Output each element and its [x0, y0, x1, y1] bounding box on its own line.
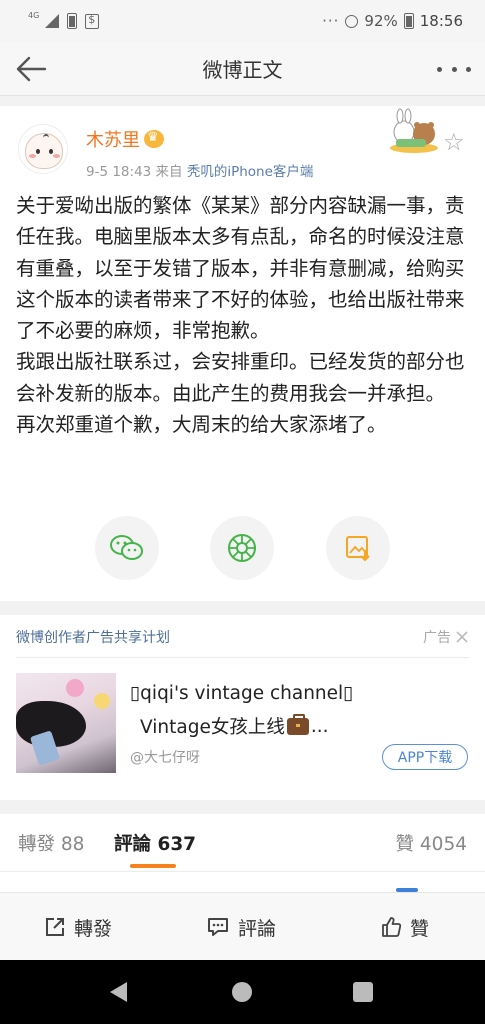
repost-button[interactable]: 轉發	[44, 893, 112, 961]
alarm-icon	[345, 14, 359, 28]
save-image-button[interactable]	[326, 516, 390, 580]
wechat-icon	[110, 535, 143, 560]
system-recents-icon[interactable]	[353, 982, 373, 1002]
avatar-face-icon	[25, 133, 63, 169]
app-download-button[interactable]: APP下载	[382, 744, 468, 770]
post-content: 关于爱呦出版的繁体《某某》部分内容缺漏一事，责任在我。电脑里版本太多有点乱，命名…	[16, 190, 470, 440]
more-dot-icon	[451, 66, 457, 72]
battery-small-icon	[67, 13, 78, 29]
divider	[16, 657, 469, 658]
avatar[interactable]	[18, 124, 68, 174]
share-moments-button[interactable]	[210, 516, 274, 580]
briefcase-icon	[286, 713, 309, 735]
more-dot-icon	[437, 66, 442, 72]
ad-title-ellipsis: ...	[310, 715, 329, 737]
system-nav-bar	[0, 960, 485, 1024]
interaction-tabs: 轉發 88 評論 637 贊 4054	[0, 814, 485, 872]
battery-percent: 92%	[364, 12, 398, 30]
comment-label: 評論	[238, 917, 277, 940]
username-row[interactable]: 木苏里	[86, 126, 164, 152]
ad-card[interactable]: 微博创作者广告共享计划 广告 ▯qiqi's vintage channel▯ …	[0, 615, 485, 800]
vip-crown-icon	[144, 130, 164, 148]
status-bar: 4G ··· 92% 18:56	[0, 0, 485, 42]
bottom-action-bar: 轉發 評論 贊	[0, 892, 485, 960]
system-back-icon[interactable]	[110, 982, 127, 1002]
post-date: 9-5 18:43	[86, 164, 152, 180]
post-paragraph: 再次郑重道个歉，大周末的给大家添堵了。	[16, 413, 387, 437]
moments-icon	[228, 534, 256, 562]
back-button[interactable]	[14, 54, 48, 84]
username[interactable]: 木苏里	[86, 126, 140, 152]
like-button[interactable]: 贊	[380, 893, 429, 961]
ad-label: 广告	[423, 630, 451, 646]
comment-icon	[208, 918, 228, 936]
source-prefix: 来自	[155, 164, 183, 180]
post-source-link[interactable]: 秃叽的iPhone客户端	[187, 164, 314, 180]
network-type: 4G	[28, 10, 40, 20]
repost-label: 轉發	[74, 917, 113, 940]
battery-icon	[403, 13, 414, 29]
tab-repost[interactable]: 轉發 88	[18, 830, 84, 856]
ad-thumbnail[interactable]	[16, 673, 116, 773]
more-dot-icon	[466, 66, 471, 72]
save-image-icon	[346, 536, 370, 562]
tab-comment[interactable]: 評論 637	[114, 830, 196, 856]
post-meta: 9-5 18:43 来自 秃叽的iPhone客户端	[86, 160, 313, 180]
active-tab-indicator	[130, 864, 176, 868]
notification-icon	[85, 13, 100, 29]
signal-icon	[43, 14, 60, 28]
ad-program-label[interactable]: 微博创作者广告共享计划	[16, 627, 170, 647]
back-arrow-icon	[16, 56, 47, 82]
page-title: 微博正文	[202, 58, 283, 82]
post-card: 木苏里 9-5 18:43 来自 秃叽的iPhone客户端 ☆ 关于爱呦出版的繁…	[0, 106, 485, 601]
thumbs-up-icon	[382, 917, 402, 937]
more-button[interactable]	[437, 54, 471, 84]
status-time: 18:56	[419, 12, 463, 30]
comment-button[interactable]: 評論	[206, 893, 276, 961]
like-label: 贊	[410, 917, 430, 940]
share-row	[0, 512, 485, 582]
tab-like[interactable]: 贊 4054	[396, 830, 467, 856]
post-paragraph: 关于爱呦出版的繁体《某某》部分内容缺漏一事，责任在我。电脑里版本太多有点乱，命名…	[16, 194, 465, 343]
repost-icon	[46, 918, 64, 936]
bunny-bear-sticker-icon	[390, 108, 438, 153]
ad-title-text: Vintage女孩上线	[140, 717, 285, 738]
system-home-icon[interactable]	[232, 982, 252, 1002]
comment-list-top	[0, 872, 485, 892]
post-paragraph: 我跟出版社联系过，会安排重印。已经发货的部分也会补发新的版本。由此产生的费用我会…	[16, 350, 465, 405]
ad-tag: 广告	[423, 627, 469, 647]
navigation-bar: 微博正文	[0, 42, 485, 96]
ad-title-line2[interactable]: Vintage女孩上线 ...	[140, 713, 329, 739]
ad-user[interactable]: @大七仔呀	[130, 747, 200, 767]
favorite-star-icon[interactable]: ☆	[443, 130, 467, 154]
close-icon[interactable]	[455, 630, 469, 644]
ad-title-line1[interactable]: ▯qiqi's vintage channel▯	[130, 683, 353, 704]
share-wechat-button[interactable]	[95, 516, 159, 580]
dots-icon: ···	[322, 12, 340, 30]
